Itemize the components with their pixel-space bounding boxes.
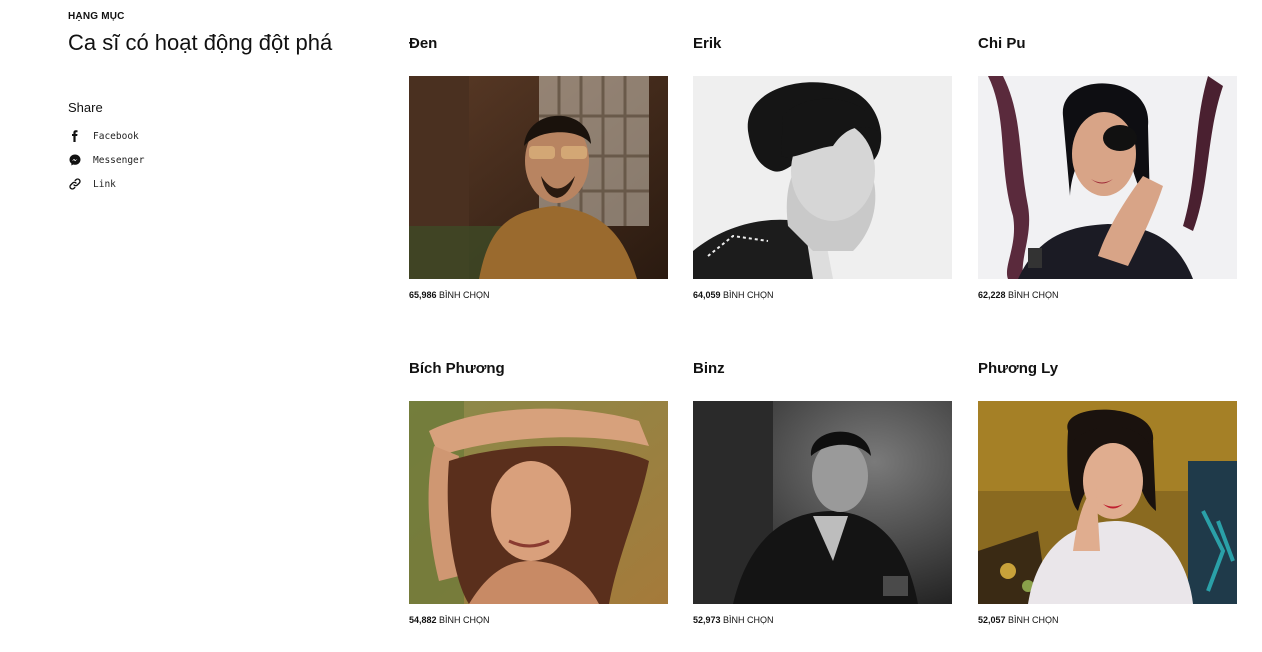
nominee-card[interactable]: Đen 65,986 BÌNH CHỌN — [409, 35, 669, 301]
vote-count: 62,228 — [978, 290, 1006, 300]
page: HẠNG MỤC Ca sĩ có hoạt động đột phá Shar… — [0, 0, 1262, 652]
vote-count: 64,059 — [693, 290, 721, 300]
vote-label: BÌNH CHỌN — [439, 615, 490, 625]
nominee-photo[interactable] — [693, 401, 952, 604]
nominee-name[interactable]: Erik — [693, 35, 953, 53]
facebook-icon — [68, 129, 82, 143]
nominee-card[interactable]: Erik 64,059 BÌNH CHỌN — [693, 35, 953, 301]
messenger-icon — [68, 153, 82, 167]
vote-count: 54,882 — [409, 615, 437, 625]
nominee-name[interactable]: Chi Pu — [978, 35, 1238, 53]
nominee-name[interactable]: Phương Ly — [978, 360, 1238, 378]
share-title: Share — [68, 100, 103, 115]
nominee-votes: 52,973 BÌNH CHỌN — [693, 614, 953, 626]
share-messenger-label: Messenger — [93, 154, 145, 166]
nominee-card[interactable]: Chi Pu 62,228 BÌNH CHỌN — [978, 35, 1238, 301]
share-messenger-link[interactable]: Messenger — [68, 148, 348, 172]
nominee-votes: 64,059 BÌNH CHỌN — [693, 289, 953, 301]
vote-count: 52,973 — [693, 615, 721, 625]
vote-label: BÌNH CHỌN — [439, 290, 490, 300]
nominee-votes: 54,882 BÌNH CHỌN — [409, 614, 669, 626]
share-facebook-label: Facebook — [93, 130, 139, 142]
nominee-photo[interactable] — [409, 401, 668, 604]
share-link-label: Link — [93, 178, 116, 190]
nominee-name[interactable]: Binz — [693, 360, 953, 378]
share-facebook-link[interactable]: Facebook — [68, 124, 348, 148]
category-sidebar: HẠNG MỤC Ca sĩ có hoạt động đột phá Shar… — [68, 10, 348, 196]
vote-label: BÌNH CHỌN — [723, 615, 774, 625]
nominee-name[interactable]: Đen — [409, 35, 669, 53]
nominee-card[interactable]: Binz 52,973 BÌNH CHỌN — [693, 360, 953, 626]
vote-count: 65,986 — [409, 290, 437, 300]
nominee-votes: 62,228 BÌNH CHỌN — [978, 289, 1238, 301]
nominee-photo[interactable] — [409, 76, 668, 279]
share-copy-link[interactable]: Link — [68, 172, 348, 196]
nominee-votes: 65,986 BÌNH CHỌN — [409, 289, 669, 301]
category-label: HẠNG MỤC — [68, 11, 125, 22]
vote-label: BÌNH CHỌN — [1008, 290, 1059, 300]
nominee-card[interactable]: Bích Phương 54,882 BÌNH CHỌN — [409, 360, 669, 626]
vote-label: BÌNH CHỌN — [1008, 615, 1059, 625]
vote-count: 52,057 — [978, 615, 1006, 625]
share-list: Facebook Messenger Link — [68, 124, 348, 196]
nominee-votes: 52,057 BÌNH CHỌN — [978, 614, 1238, 626]
nominee-card[interactable]: Phương Ly 52,057 BÌNH CHỌN — [978, 360, 1238, 626]
nominee-photo[interactable] — [978, 401, 1237, 604]
nominee-photo[interactable] — [978, 76, 1237, 279]
nominee-name[interactable]: Bích Phương — [409, 360, 669, 378]
link-icon — [68, 177, 82, 191]
vote-label: BÌNH CHỌN — [723, 290, 774, 300]
category-title: Ca sĩ có hoạt động đột phá — [68, 30, 333, 55]
nominee-photo[interactable] — [693, 76, 952, 279]
